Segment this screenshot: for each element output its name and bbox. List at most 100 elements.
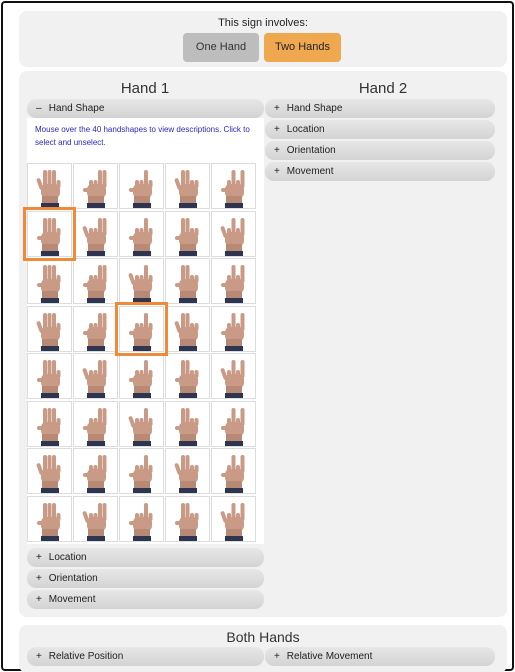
hand-icon bbox=[129, 502, 153, 541]
hand-icon bbox=[83, 170, 107, 208]
handshape-option[interactable] bbox=[115, 301, 168, 356]
handshape-option[interactable] bbox=[27, 163, 72, 209]
hand-icon bbox=[83, 407, 107, 446]
hand-icon bbox=[221, 455, 245, 493]
hand-icon bbox=[129, 360, 153, 398]
one-hand-button[interactable]: One Hand bbox=[183, 33, 259, 62]
hand-icon bbox=[220, 217, 245, 256]
handshape-option[interactable] bbox=[165, 258, 210, 304]
handshape-option[interactable] bbox=[73, 305, 118, 352]
hand-icon bbox=[36, 170, 61, 208]
hand-icon bbox=[175, 217, 199, 256]
collapse-icon: – bbox=[36, 103, 42, 114]
hand1-hand-shape-header[interactable]: – Hand Shape bbox=[27, 99, 264, 118]
hand-icon bbox=[36, 312, 61, 351]
handshape-option[interactable] bbox=[211, 495, 256, 542]
hand-icon bbox=[37, 217, 61, 256]
hands-panel: Hand 1 Hand 2 – Hand Shape Mouse over th… bbox=[19, 71, 507, 617]
hand-icon bbox=[175, 360, 199, 398]
handshape-option[interactable] bbox=[73, 258, 118, 304]
hand2-orientation-label: Orientation bbox=[286, 145, 336, 156]
expand-icon: + bbox=[36, 594, 42, 605]
hand-icon bbox=[129, 312, 153, 351]
hand2-hand-shape-label: Hand Shape bbox=[286, 103, 343, 114]
handshape-option[interactable] bbox=[211, 258, 256, 304]
expand-icon: + bbox=[36, 573, 42, 584]
handshape-option[interactable] bbox=[211, 163, 256, 209]
handshape-option[interactable] bbox=[165, 400, 210, 447]
hand-icon bbox=[221, 407, 245, 446]
app-frame: This sign involves: One Hand Two Hands H… bbox=[1, 1, 514, 672]
handshape-option[interactable] bbox=[73, 163, 118, 209]
handshape-option[interactable] bbox=[73, 210, 118, 257]
hand-icon bbox=[37, 407, 61, 446]
expand-icon: + bbox=[36, 651, 42, 662]
hand-icon bbox=[128, 407, 153, 446]
hand-icon bbox=[129, 455, 153, 493]
handshape-option[interactable] bbox=[211, 210, 256, 257]
handshape-option[interactable] bbox=[119, 353, 164, 399]
handshape-instructions: Mouse over the 40 handshapes to view des… bbox=[35, 125, 250, 147]
handshape-option[interactable] bbox=[211, 353, 256, 399]
hand-icon bbox=[220, 502, 245, 541]
handshape-option[interactable] bbox=[119, 163, 164, 209]
relative-position-header[interactable]: + Relative Position bbox=[27, 647, 264, 666]
hand-icon bbox=[175, 265, 199, 303]
handshape-option[interactable] bbox=[27, 448, 72, 494]
two-hands-button[interactable]: Two Hands bbox=[264, 33, 341, 62]
handshape-option[interactable] bbox=[119, 258, 164, 304]
sign-involves-panel: This sign involves: One Hand Two Hands bbox=[19, 11, 507, 67]
handshape-option[interactable] bbox=[27, 258, 72, 304]
hand-icon bbox=[37, 360, 61, 398]
handshape-option[interactable] bbox=[73, 448, 118, 494]
hand2-location-header[interactable]: + Location bbox=[265, 120, 495, 139]
handshape-option[interactable] bbox=[165, 448, 210, 494]
handshape-option[interactable] bbox=[165, 163, 210, 209]
hand-icon bbox=[174, 312, 199, 351]
handshape-option[interactable] bbox=[119, 495, 164, 542]
handshape-option[interactable] bbox=[119, 400, 164, 447]
expand-icon: + bbox=[274, 145, 280, 156]
handshape-option[interactable] bbox=[27, 400, 72, 447]
hand2-movement-header[interactable]: + Movement bbox=[265, 162, 495, 181]
expand-icon: + bbox=[274, 651, 280, 662]
hand-icon bbox=[36, 455, 61, 493]
handshape-option[interactable] bbox=[165, 210, 210, 257]
handshape-option[interactable] bbox=[27, 495, 72, 542]
hand-icon bbox=[83, 312, 107, 351]
hand-icon bbox=[82, 360, 107, 398]
hand-icon bbox=[174, 170, 199, 208]
hand1-orientation-header[interactable]: + Orientation bbox=[27, 569, 264, 588]
handshape-option[interactable] bbox=[165, 305, 210, 352]
handshape-panel: Mouse over the 40 handshapes to view des… bbox=[23, 118, 264, 544]
handshape-option[interactable] bbox=[211, 400, 256, 447]
handshape-option[interactable] bbox=[73, 353, 118, 399]
sign-involves-label: This sign involves: bbox=[218, 17, 308, 29]
hand-icon bbox=[221, 312, 245, 351]
handshape-option[interactable] bbox=[119, 448, 164, 494]
handshape-option[interactable] bbox=[27, 305, 72, 352]
hand2-movement-label: Movement bbox=[286, 166, 334, 177]
hand1-location-header[interactable]: + Location bbox=[27, 548, 264, 567]
hand1-movement-header[interactable]: + Movement bbox=[27, 590, 264, 609]
hand-icon bbox=[221, 170, 245, 208]
handshape-option[interactable] bbox=[165, 495, 210, 542]
hand2-location-label: Location bbox=[286, 124, 325, 135]
hand2-hand-shape-header[interactable]: + Hand Shape bbox=[265, 99, 495, 118]
handshape-option[interactable] bbox=[73, 495, 118, 542]
handshape-option[interactable] bbox=[27, 353, 72, 399]
hand2-orientation-header[interactable]: + Orientation bbox=[265, 141, 495, 160]
handshape-option[interactable] bbox=[23, 206, 76, 261]
hand-2-title: Hand 2 bbox=[358, 80, 408, 97]
handshape-option[interactable] bbox=[211, 448, 256, 494]
hand-icon bbox=[175, 502, 199, 541]
handshape-option[interactable] bbox=[211, 305, 256, 352]
hand1-movement-label: Movement bbox=[48, 594, 96, 605]
hand-icon bbox=[220, 360, 245, 398]
handshape-option[interactable] bbox=[73, 400, 118, 447]
expand-icon: + bbox=[36, 552, 42, 563]
handshape-option[interactable] bbox=[165, 353, 210, 399]
expand-icon: + bbox=[274, 103, 280, 114]
relative-movement-header[interactable]: + Relative Movement bbox=[265, 647, 495, 666]
handshape-option[interactable] bbox=[119, 210, 164, 257]
